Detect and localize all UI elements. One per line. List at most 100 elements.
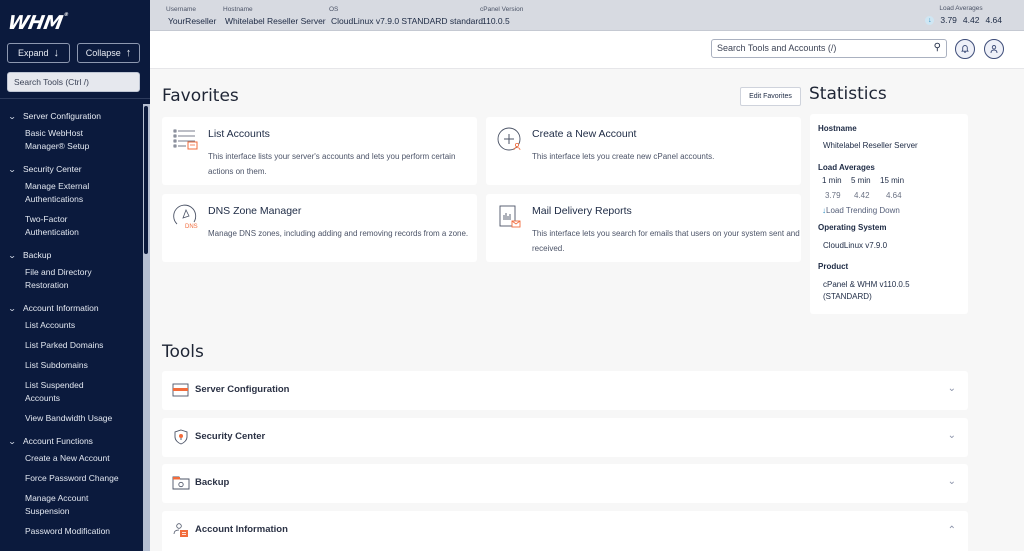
sidebar-scrollbar-thumb[interactable]	[144, 106, 148, 254]
dns-icon: DNS	[173, 204, 198, 230]
load-trend: ↓Load Trending Down	[822, 206, 900, 215]
load-15min: 4.64	[985, 15, 1002, 25]
shield-icon	[174, 429, 188, 445]
card-description: Manage DNS zones, including adding and r…	[208, 229, 469, 238]
card-title: Create a New Account	[532, 128, 637, 140]
load-1min: 3.79	[940, 15, 957, 25]
chevron-down-icon[interactable]: ⌄	[948, 383, 956, 394]
stat-hostname-value: Whitelabel Reseller Server	[823, 141, 918, 150]
os-label: OS	[329, 6, 339, 13]
hostname-value: Whitelabel Reseller Server	[225, 16, 326, 26]
arrow-up-icon: ↑	[125, 47, 132, 59]
favorite-card-dns-zone-manager[interactable]: DNS DNS Zone Manager Manage DNS zones, i…	[162, 194, 477, 262]
group-label: Server Configuration	[23, 111, 101, 121]
sidebar-group-backup[interactable]: ⌄ Backup	[0, 247, 143, 263]
server-icon	[172, 383, 189, 397]
group-label: Backup	[23, 250, 52, 260]
tool-group-security-center[interactable]: Security Center ⌄	[162, 418, 968, 457]
load-value: 4.64	[886, 191, 902, 200]
divider	[0, 98, 150, 99]
group-label: Account Functions	[23, 436, 93, 446]
user-icon	[990, 45, 998, 54]
sidebar-item[interactable]: List Suspended Accounts	[0, 376, 95, 409]
chevron-down-icon: ⌄	[7, 111, 17, 121]
sidebar-item[interactable]: Password Modification	[0, 522, 143, 542]
list-accounts-icon	[173, 129, 198, 150]
tool-group-server-configuration[interactable]: Server Configuration ⌄	[162, 371, 968, 410]
trend-text: Load Trending Down	[826, 206, 900, 215]
sidebar-search-input[interactable]: Search Tools (Ctrl /)	[7, 72, 140, 92]
trend-down-icon: ↓	[925, 15, 935, 25]
sidebar-item[interactable]: View Bandwidth Usage	[0, 409, 143, 429]
load-averages: Load Averages ↓ 3.79 4.42 4.64	[925, 5, 1002, 25]
statistics-heading: Statistics	[809, 84, 887, 104]
edit-favorites-button[interactable]: Edit Favorites	[740, 87, 801, 106]
os-value: CloudLinux v7.9.0 STANDARD standard	[331, 16, 483, 26]
sidebar-group-account-information[interactable]: ⌄ Account Information	[0, 300, 143, 316]
stat-product-value: cPanel & WHM v110.0.5 (STANDARD)	[823, 280, 910, 301]
tool-group-account-information[interactable]: Account Information ⌃	[162, 511, 968, 551]
chevron-down-icon: ⌄	[7, 436, 17, 446]
load-header: 1 min	[822, 176, 842, 185]
card-title: Mail Delivery Reports	[532, 205, 632, 217]
sidebar-group-security-center[interactable]: ⌄ Security Center	[0, 161, 143, 177]
os-field: OS CloudLinux v7.9.0 STANDARD standard	[329, 6, 483, 26]
tool-group-backup[interactable]: Backup ⌄	[162, 464, 968, 503]
logo-text: WHM	[6, 12, 65, 34]
chevron-down-icon: ⌄	[7, 164, 17, 174]
favorite-card-list-accounts[interactable]: List Accounts This interface lists your …	[162, 117, 477, 185]
expand-button[interactable]: Expand ↓	[7, 43, 70, 63]
statistics-panel: Hostname Whitelabel Reseller Server Load…	[810, 114, 968, 314]
tool-group-label: Security Center	[195, 431, 266, 442]
sidebar-item[interactable]: Two-Factor Authentication	[0, 210, 95, 243]
sidebar-item[interactable]: List Subdomains	[0, 356, 143, 376]
load-headers: 1 min 5 min 15 min	[822, 176, 904, 185]
sidebar-group-account-functions[interactable]: ⌄ Account Functions	[0, 433, 143, 449]
tool-group-label: Backup	[195, 477, 230, 488]
sidebar-item[interactable]: Create a New Account	[0, 449, 143, 469]
stat-os-label: Operating System	[818, 223, 887, 232]
sidebar-item[interactable]: Basic WebHost Manager® Setup	[0, 124, 100, 157]
sidebar-item[interactable]: Force Password Change	[0, 469, 143, 489]
favorite-card-create-account[interactable]: Create a New Account This interface lets…	[486, 117, 801, 185]
tools-heading: Tools	[162, 342, 204, 362]
cpanel-version-field: cPanel Version 110.0.5	[480, 6, 523, 26]
card-description: This interface lets you create new cPane…	[532, 152, 715, 161]
server-info-bar: Username YourReseller Hostname Whitelabe…	[150, 0, 1024, 31]
sidebar-item[interactable]: List Accounts	[0, 316, 143, 336]
chevron-up-icon[interactable]: ⌃	[948, 525, 956, 536]
bell-icon	[961, 45, 969, 53]
create-account-icon	[497, 127, 521, 151]
load-values: 3.79 4.42 4.64	[825, 191, 902, 200]
collapse-button[interactable]: Collapse ↑	[77, 43, 140, 63]
collapse-label: Collapse	[85, 48, 121, 58]
search-tools-input[interactable]: Search Tools and Accounts (/) ⚲	[711, 39, 947, 58]
tool-group-label: Server Configuration	[195, 384, 290, 395]
user-menu-button[interactable]	[984, 39, 1004, 59]
sidebar-group-server-configuration[interactable]: ⌄ Server Configuration	[0, 108, 143, 124]
chevron-down-icon[interactable]: ⌄	[948, 430, 956, 441]
search-icon[interactable]: ⚲	[934, 42, 941, 53]
stat-hostname-label: Hostname	[818, 124, 857, 133]
notifications-button[interactable]	[955, 39, 975, 59]
favorites-heading: Favorites	[162, 86, 239, 106]
load-header: 15 min	[880, 176, 905, 185]
sidebar-item[interactable]: Manage External Authentications	[0, 177, 105, 210]
load-value: 4.42	[854, 191, 870, 200]
card-description: This interface lets you search for email…	[532, 229, 800, 253]
whm-logo[interactable]: WHM®	[6, 12, 69, 34]
username-field: Username YourReseller	[166, 6, 216, 26]
load-value: 3.79	[825, 191, 841, 200]
sidebar-item[interactable]: File and Directory Restoration	[0, 263, 105, 296]
sidebar-item[interactable]: List Parked Domains	[0, 336, 143, 356]
account-info-icon	[173, 523, 188, 537]
tool-group-label: Account Information	[195, 524, 288, 535]
sidebar-item[interactable]: Manage Account Suspension	[0, 489, 95, 522]
svg-text:DNS: DNS	[185, 224, 198, 230]
load-header: 5 min	[851, 176, 871, 185]
chevron-down-icon[interactable]: ⌄	[948, 476, 956, 487]
favorite-card-mail-delivery-reports[interactable]: Mail Delivery Reports This interface let…	[486, 194, 801, 262]
stat-load-label: Load Averages	[818, 163, 875, 172]
username-value: YourReseller	[168, 16, 217, 26]
header: Search Tools and Accounts (/) ⚲	[150, 31, 1024, 69]
